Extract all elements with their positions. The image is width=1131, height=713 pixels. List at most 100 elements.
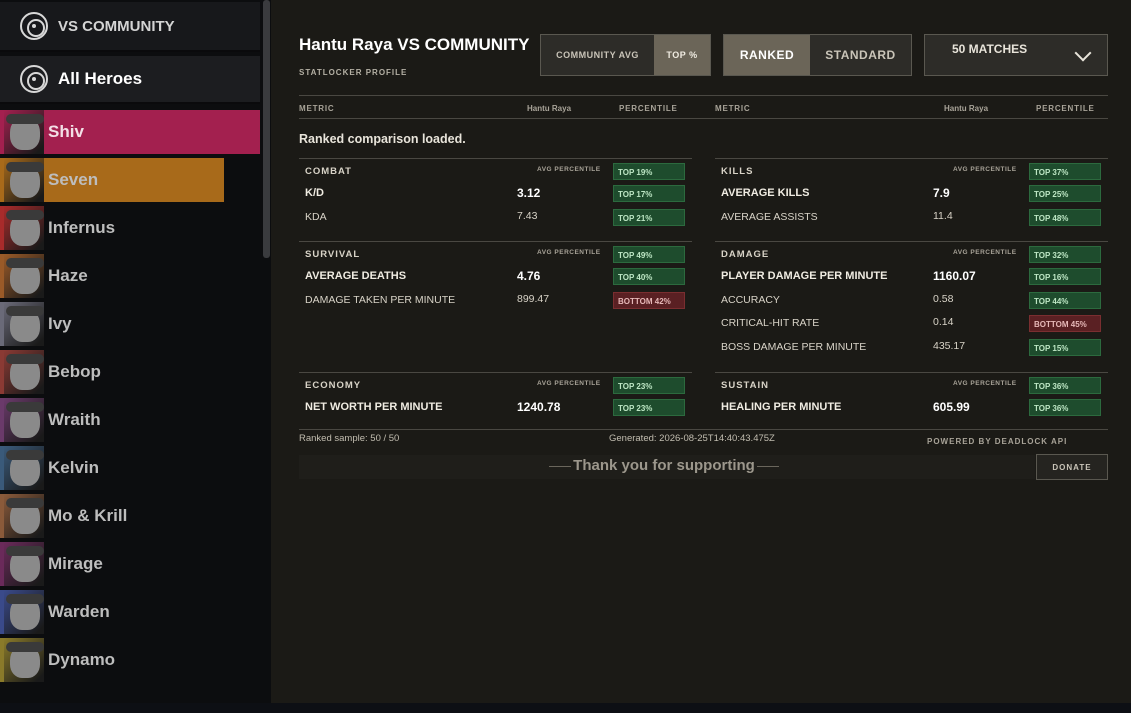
percentile-badge: TOP 36%: [1029, 377, 1101, 394]
avg-percentile-label: AVG PERCENTILE: [537, 249, 601, 256]
matches-dropdown[interactable]: 50 MATCHES: [924, 34, 1108, 76]
hero-item[interactable]: Seven: [0, 158, 224, 202]
hero-name: Shiv: [48, 122, 84, 141]
standard-option[interactable]: STANDARD: [810, 35, 911, 75]
metric-value: 4.76: [517, 269, 541, 283]
avg-percentile-label: AVG PERCENTILE: [537, 166, 601, 173]
thanks-text: Thank you for supporting: [299, 457, 1029, 474]
deadlock-emblem-icon: [20, 65, 48, 93]
metric-label: ACCURACY: [721, 293, 780, 306]
hero-portrait-icon: [0, 206, 44, 250]
section-title: SUSTAIN: [721, 380, 769, 391]
metric-label: AVERAGE ASSISTS: [721, 210, 818, 223]
top-percent-option[interactable]: TOP %: [654, 35, 710, 75]
hero-name: Infernus: [48, 218, 116, 237]
percentile-badge: TOP 48%: [1029, 208, 1101, 226]
percentile-badge: TOP 21%: [613, 208, 685, 226]
deadlock-emblem-icon: [20, 12, 48, 40]
ranked-option[interactable]: RANKED: [724, 35, 810, 75]
hero-item[interactable]: Dynamo: [0, 638, 260, 682]
hero-portrait-icon: [0, 350, 44, 394]
percentile-badge: BOTTOM 45%: [1029, 315, 1101, 332]
percentile-badge: TOP 19%: [613, 163, 685, 180]
hero-item[interactable]: Shiv: [0, 110, 260, 154]
section-divider: [715, 158, 1108, 159]
mode-toggle: RANKED STANDARD: [723, 34, 912, 76]
hero-portrait-icon: [0, 398, 44, 442]
section-divider: [715, 241, 1108, 242]
metric-value: 0.14: [933, 316, 954, 328]
metric-label: PLAYER DAMAGE PER MINUTE: [721, 270, 888, 282]
hero-name: Mirage: [48, 554, 103, 573]
divider: [299, 118, 1108, 119]
metric-label: K/D: [305, 187, 324, 199]
metric-label: NET WORTH PER MINUTE: [305, 401, 443, 413]
hero-item[interactable]: Warden: [0, 590, 260, 634]
community-avg-option[interactable]: COMMUNITY AVG: [541, 35, 654, 75]
section-divider: [715, 372, 1108, 373]
percentile-badge: TOP 40%: [613, 268, 685, 285]
status-message: Ranked comparison loaded.: [299, 132, 466, 146]
hero-item[interactable]: Kelvin: [0, 446, 260, 490]
percentile-badge: TOP 32%: [1029, 246, 1101, 263]
hero-item[interactable]: Ivy: [0, 302, 260, 346]
sidebar: VS COMMUNITY All Heroes Shiv Seven Infernu…: [0, 0, 271, 713]
hero-item[interactable]: Infernus: [0, 206, 260, 250]
percentile-badge: TOP 23%: [613, 399, 685, 416]
metric-label: KDA: [305, 210, 327, 223]
player-column-header: Hantu Raya: [944, 104, 989, 113]
all-heroes-label: All Heroes: [58, 69, 143, 88]
divider: [299, 429, 1108, 430]
donate-button[interactable]: DONATE: [1036, 454, 1108, 480]
hero-item[interactable]: Mirage: [0, 542, 260, 586]
sidebar-scrollbar[interactable]: [263, 0, 270, 258]
hero-item[interactable]: Haze: [0, 254, 260, 298]
powered-by: POWERED BY DEADLOCK API: [927, 437, 1068, 446]
hero-name: Bebop: [48, 362, 101, 381]
section-title: KILLS: [721, 166, 754, 177]
section-title: ECONOMY: [305, 380, 362, 391]
avg-percentile-label: AVG PERCENTILE: [953, 380, 1017, 387]
metric-label: AVERAGE DEATHS: [305, 270, 407, 282]
percentile-badge: BOTTOM 42%: [613, 291, 685, 309]
generated-timestamp: Generated: 2026-08-25T14:40:43.475Z: [609, 433, 775, 444]
metric-value: 605.99: [933, 400, 970, 414]
matches-value: 50 MATCHES: [952, 42, 1028, 56]
hero-item[interactable]: Mo & Krill: [0, 494, 260, 538]
all-heroes-button[interactable]: All Heroes: [0, 56, 260, 104]
section-title: SURVIVAL: [305, 249, 361, 260]
hero-item[interactable]: Bebop: [0, 350, 260, 394]
metric-value: 0.58: [933, 292, 954, 305]
hero-portrait-icon: [0, 638, 44, 682]
section-title: DAMAGE: [721, 249, 770, 260]
metric-label: CRITICAL-HIT RATE: [721, 317, 820, 329]
vs-community-header[interactable]: VS COMMUNITY: [0, 2, 260, 52]
metric-value: 7.9: [933, 186, 950, 200]
hero-item[interactable]: Wraith: [0, 398, 260, 442]
percentile-badge: TOP 49%: [613, 246, 685, 263]
percentile-column-header: PERCENTILE: [619, 104, 678, 113]
metric-column-header: METRIC: [299, 104, 335, 113]
hero-portrait-icon: [0, 302, 44, 346]
hero-portrait-icon: [0, 590, 44, 634]
metric-column-header: METRIC: [715, 104, 751, 113]
hero-name: Mo & Krill: [48, 506, 128, 525]
percentile-badge: TOP 15%: [1029, 338, 1101, 356]
metric-label: DAMAGE TAKEN PER MINUTE: [305, 293, 456, 306]
hero-portrait-icon: [0, 494, 44, 538]
hero-name: Ivy: [48, 314, 72, 333]
player-column-header: Hantu Raya: [527, 104, 572, 113]
hero-name: Dynamo: [48, 650, 116, 669]
metric-value: 1160.07: [933, 269, 976, 283]
hero-name: Wraith: [48, 410, 101, 429]
percentile-badge: TOP 36%: [1029, 399, 1101, 416]
avg-percentile-label: AVG PERCENTILE: [537, 380, 601, 387]
section-divider: [299, 241, 692, 242]
percentile-badge: TOP 17%: [613, 185, 685, 202]
metric-value: 7.43: [517, 209, 538, 222]
hero-portrait-icon: [0, 254, 44, 298]
section-title: COMBAT: [305, 166, 352, 177]
metric-value: 435.17: [933, 339, 966, 352]
metric-value: 3.12: [517, 186, 541, 200]
metric-label: BOSS DAMAGE PER MINUTE: [721, 340, 867, 353]
